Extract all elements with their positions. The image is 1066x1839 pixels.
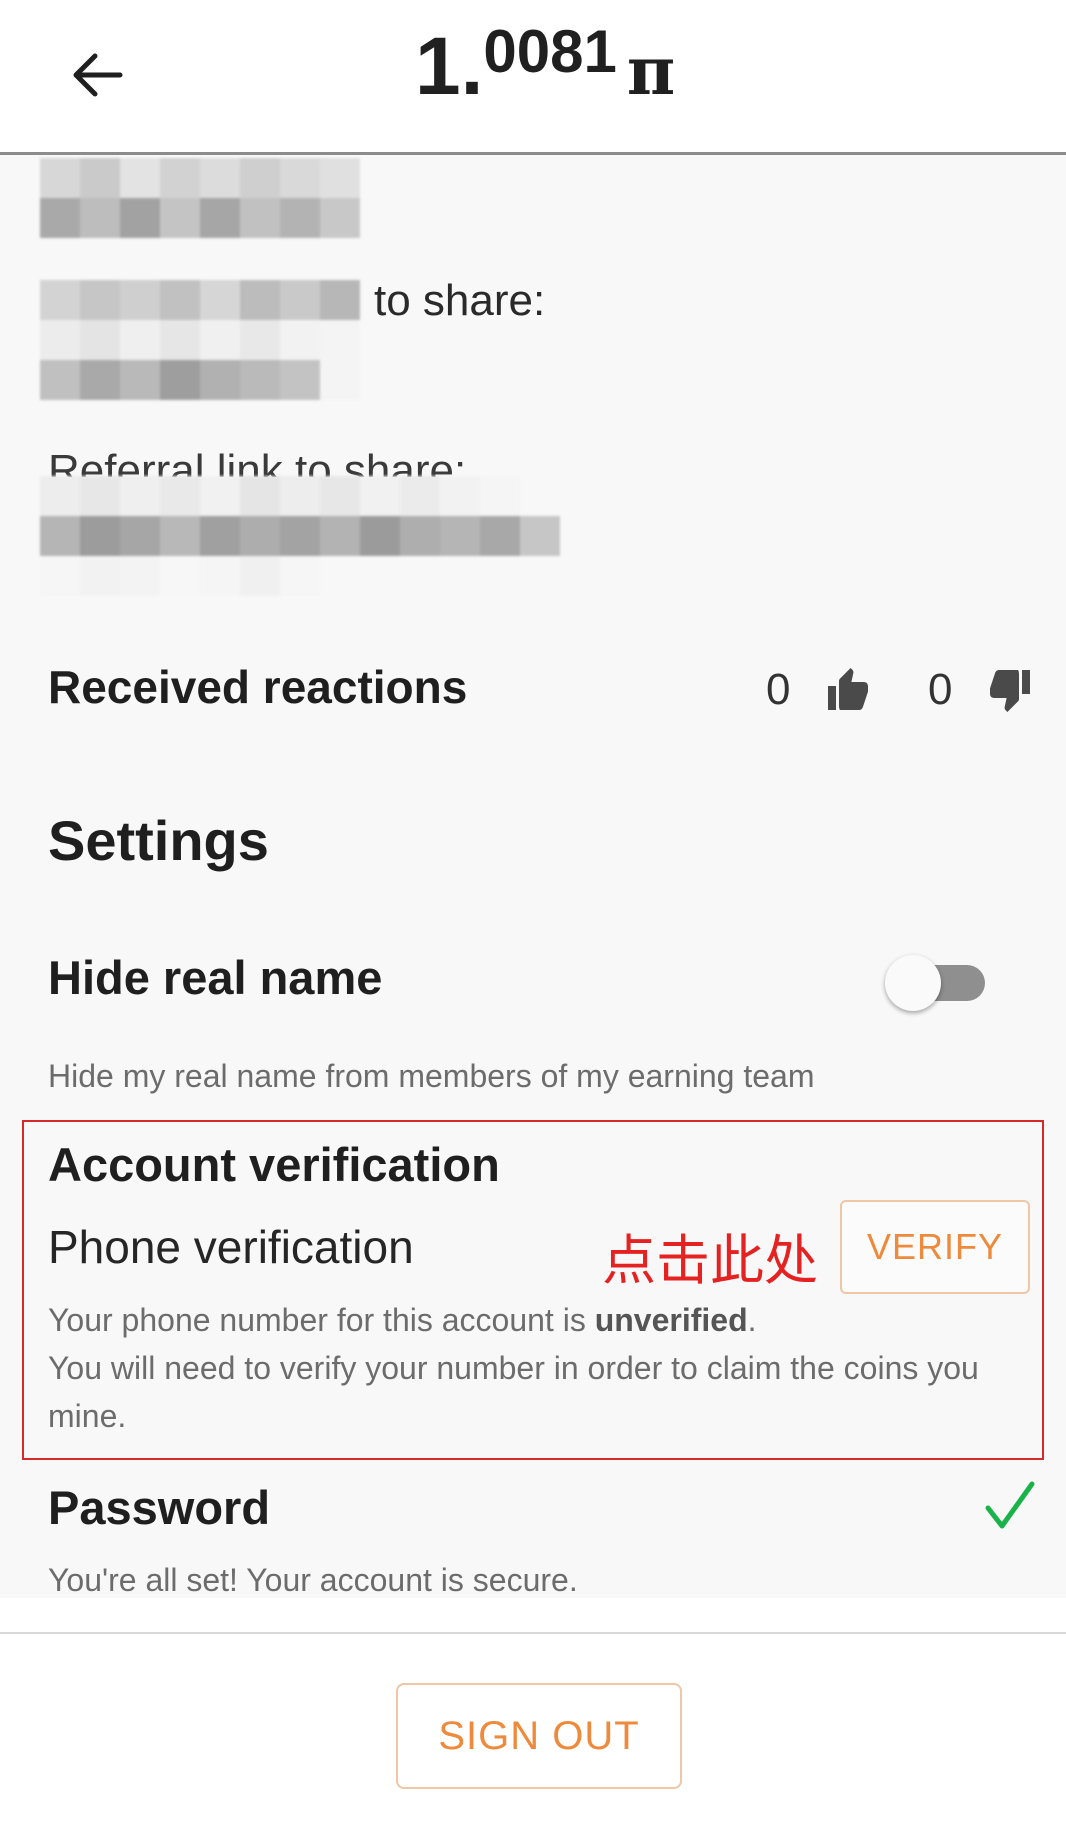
redacted-referral-link [40,476,600,596]
phone-verification-label: Phone verification [48,1221,414,1273]
balance-fraction: 0081 [483,18,617,85]
password-title: Password [48,1481,271,1534]
balance-separator: . [460,21,484,112]
footer-divider [0,1632,1066,1634]
balance-integer: 1 [415,21,461,112]
thumbs-down-icon [990,670,1030,712]
verification-desc-prefix: Your phone number for this account is [48,1302,595,1338]
arrow-left-icon [73,53,123,97]
top-app-bar: 1.0081 π [0,0,1066,155]
verification-desc-line2: You will need to verify your number in o… [48,1350,979,1434]
likes-count: 0 [766,665,791,714]
verification-desc-period: . [747,1302,757,1338]
received-reactions-title: Received reactions [48,661,468,713]
sign-out-button[interactable]: SIGN OUT [396,1683,682,1789]
thumbs-up-icon [828,668,868,710]
invite-code-label: to share: [374,276,546,325]
dislikes-count: 0 [928,665,953,714]
settings-title: Settings [48,809,269,872]
hide-real-name-toggle[interactable] [885,953,991,1013]
toggle-knob [885,955,941,1011]
redacted-username [40,158,360,238]
password-description: You're all set! Your account is secure. [48,1562,578,1598]
pi-balance: 1.0081 π [415,18,676,114]
click-here-annotation: 点击此处 [602,1229,818,1292]
verify-button[interactable]: VERIFY [840,1200,1030,1294]
hide-real-name-label: Hide real name [48,951,383,1004]
pi-currency-symbol: π [626,32,676,110]
verification-status: unverified [594,1302,748,1338]
account-verification-title: Account verification [48,1138,500,1191]
redacted-invite-label [40,280,360,400]
phone-verification-description: Your phone number for this account is un… [48,1296,1028,1440]
hide-real-name-description: Hide my real name from members of my ear… [48,1058,815,1094]
checkmark-icon [985,1481,1035,1529]
back-button[interactable] [62,40,132,110]
